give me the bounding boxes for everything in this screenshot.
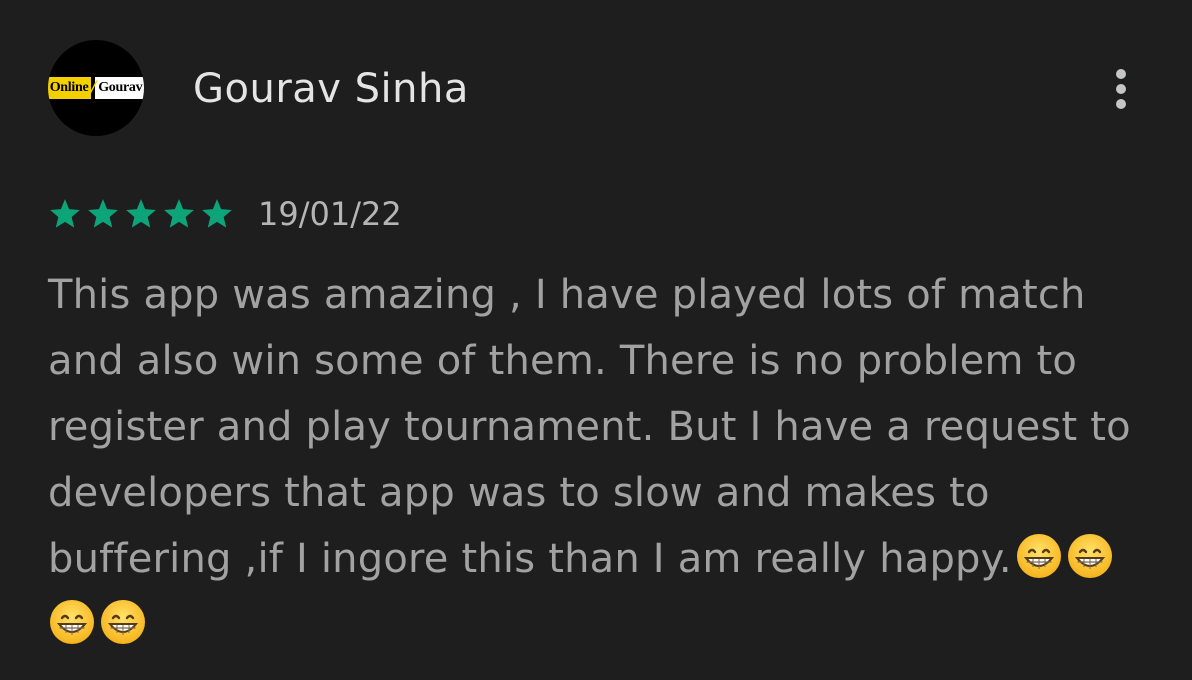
star-icon (202, 199, 232, 228)
more-options-button[interactable] (1104, 60, 1138, 118)
review-date: 19/01/22 (258, 195, 402, 233)
grinning-face-icon (1066, 532, 1114, 580)
grinning-face-icon (99, 598, 147, 646)
emoji-line-group (45, 592, 1158, 658)
logo-right-text: Gourav (95, 77, 144, 99)
star-rating (48, 197, 234, 231)
grinning-face-icon (48, 598, 96, 646)
review-text: This app was amazing , I have played lot… (48, 272, 1131, 582)
more-vert-icon (1116, 84, 1126, 94)
emoji-inline-group (1012, 534, 1114, 582)
star-icon (164, 199, 194, 228)
grinning-face-icon (1015, 532, 1063, 580)
avatar[interactable]: Online / Gourav (48, 40, 144, 136)
online-gourav-logo: Online / Gourav (48, 75, 144, 100)
review-card: Online / Gourav Gourav Sinha 19/01/22 Th… (0, 0, 1192, 680)
logo-left-text: Online (48, 77, 92, 99)
reviewer-name: Gourav Sinha (193, 66, 469, 112)
more-vert-icon (1116, 99, 1126, 109)
star-icon (88, 199, 118, 228)
star-icon (50, 199, 80, 228)
review-body: This app was amazing , I have played lot… (48, 262, 1158, 658)
star-icon (126, 199, 156, 228)
rating-row: 19/01/22 (48, 194, 402, 234)
more-vert-icon (1116, 69, 1126, 79)
